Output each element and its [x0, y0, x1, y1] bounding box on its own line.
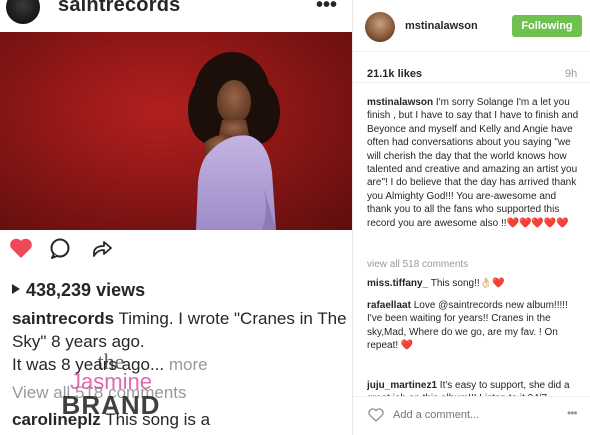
- more-icon[interactable]: •••: [316, 0, 337, 17]
- post-header: saintrecords •••: [0, 0, 352, 28]
- post-timestamp[interactable]: 9h: [565, 68, 577, 80]
- watermark-jasmine: Jasmine: [70, 369, 152, 394]
- caption-hearts: ❤️❤️❤️❤️❤️: [506, 217, 569, 229]
- following-button[interactable]: Following: [512, 15, 582, 37]
- caption-username[interactable]: mstinalawson: [367, 97, 433, 108]
- post-video[interactable]: [0, 32, 352, 230]
- heart-outline-icon[interactable]: [367, 407, 385, 428]
- caption-text: I'm sorry Solange I'm a let you finish ,…: [367, 97, 579, 229]
- like-count[interactable]: 21.1k likes: [367, 68, 422, 80]
- add-comment-input[interactable]: [393, 409, 553, 421]
- likes-row: 21.1k likes 9h: [353, 62, 590, 83]
- comment-username[interactable]: juju_martinez1: [367, 380, 437, 391]
- comment: miss.tiffany_ This song!!👌🏻❤️: [367, 277, 579, 290]
- post-username[interactable]: saintrecords: [58, 0, 180, 17]
- view-all-comments-link[interactable]: view all 518 comments: [367, 259, 468, 270]
- play-icon: [12, 284, 20, 294]
- comment: rafaellaat Love @saintrecords new album!…: [367, 299, 579, 353]
- comment-username[interactable]: rafaellaat: [367, 300, 411, 311]
- watermark-logo: the Jasmine BRAND: [46, 351, 176, 420]
- heart-icon[interactable]: [8, 236, 34, 265]
- video-frame-illustration: [188, 52, 280, 230]
- comment-text: This song!!👌🏻❤️: [428, 278, 505, 289]
- caption-username[interactable]: saintrecords: [12, 309, 114, 328]
- comment-username[interactable]: miss.tiffany_: [367, 278, 428, 289]
- desktop-post-sidebar: mstinalawson Following 21.1k likes 9h ms…: [352, 0, 590, 435]
- post-header: mstinalawson Following: [353, 0, 590, 52]
- action-bar: [0, 236, 352, 264]
- avatar[interactable]: [6, 0, 40, 24]
- more-options-icon[interactable]: •••: [567, 406, 578, 420]
- avatar[interactable]: [365, 12, 395, 42]
- share-icon[interactable]: [90, 236, 114, 265]
- comment-icon[interactable]: [48, 236, 72, 265]
- post-username[interactable]: mstinalawson: [405, 20, 478, 32]
- comment-composer: •••: [353, 396, 590, 435]
- mobile-post: saintrecords ••• 438,239 views saintreco…: [0, 0, 352, 435]
- watermark-brand: BRAND: [61, 390, 161, 420]
- view-count: 438,239 views: [12, 280, 145, 301]
- post-caption: mstinalawson I'm sorry Solange I'm a let…: [367, 96, 579, 230]
- view-count-text: 438,239 views: [26, 280, 146, 300]
